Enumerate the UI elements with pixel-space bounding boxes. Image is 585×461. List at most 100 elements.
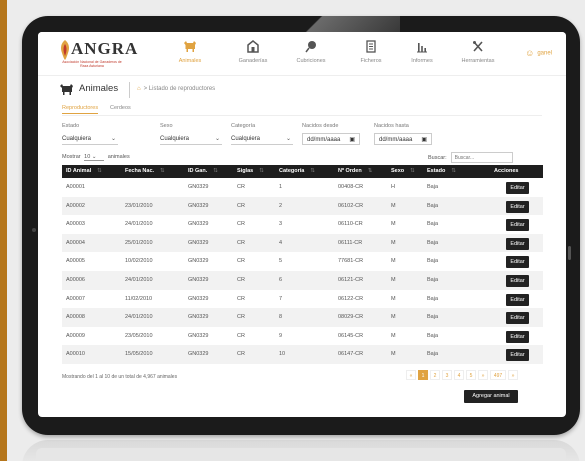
- page-button-5[interactable]: 5: [466, 370, 476, 380]
- col-id-animal[interactable]: ID Animal ⇅: [66, 165, 102, 178]
- nacidos-desde-placeholder: dd/mm/aaaa: [307, 137, 341, 143]
- cell-sexo: M: [391, 258, 396, 265]
- col-id-gan[interactable]: ID Gan. ⇅: [188, 165, 218, 178]
- edit-button[interactable]: Editar: [506, 200, 529, 213]
- cell-siglas: CR: [237, 332, 245, 339]
- calendar-icon[interactable]: ▣: [421, 134, 427, 146]
- col-n-orden[interactable]: Nº Orden ⇅: [338, 165, 372, 178]
- nacidos-desde-input[interactable]: dd/mm/aaaa ▣: [302, 133, 360, 145]
- cell-n-orden: 06147-CR: [338, 351, 364, 358]
- sexo-select[interactable]: Cualquiera ⌄: [160, 133, 222, 145]
- col-acciones: Acciones: [494, 168, 519, 174]
- edit-button[interactable]: Editar: [506, 182, 529, 194]
- home-icon[interactable]: ⌂: [137, 86, 141, 92]
- cell-id-gan: GN0329: [188, 332, 209, 339]
- edit-button[interactable]: Editar: [506, 237, 529, 250]
- sort-icon: ⇅: [367, 168, 373, 174]
- sort-icon: ⇅: [213, 168, 218, 174]
- show-prefix: Mostrar: [62, 154, 81, 160]
- cell-sexo: M: [391, 314, 396, 321]
- cell-sexo: M: [391, 239, 396, 246]
- cow-icon: [160, 40, 220, 54]
- filter-nacidos-hasta-label: Nacidos hasta: [374, 123, 409, 129]
- cell-n-orden: 06122-CR: [338, 295, 364, 302]
- cell-id-gan: GN0329: [188, 184, 209, 190]
- nav-label: Informes: [411, 58, 433, 64]
- brand-subtitle: Asociación Nacional de Ganaderos de Raza…: [62, 60, 122, 68]
- table-summary: Mostrando del 1 al 10 de un total de 4,9…: [62, 374, 178, 380]
- cell-fecha-nac: 11/02/2010: [125, 295, 153, 302]
- cell-siglas: CR: [237, 276, 245, 283]
- cell-id-gan: GN0329: [188, 202, 209, 209]
- cell-categoria: 6: [279, 276, 283, 283]
- estado-value: Cualquiera: [62, 136, 92, 142]
- edit-button[interactable]: Editar: [506, 349, 529, 362]
- tab-bar: Reproductores Cerdeos: [62, 105, 542, 116]
- chevron-down-icon: ⌄: [285, 136, 291, 142]
- add-animal-button[interactable]: Agregar animal: [464, 390, 518, 403]
- cell-n-orden: 06111-CR: [338, 239, 363, 246]
- nacidos-hasta-input[interactable]: dd/mm/aaaa ▣: [374, 133, 432, 145]
- edit-button[interactable]: Editar: [506, 256, 529, 269]
- calendar-icon[interactable]: ▣: [349, 134, 355, 146]
- sort-icon: ⇅: [310, 168, 315, 174]
- page-size-control: Mostrar 10 ⌄ animales: [62, 154, 130, 161]
- cell-categoria: 1: [279, 184, 283, 190]
- table-body: A00001 GN0329 CR 1 00408-CR H Baja Editar A00002…: [62, 178, 543, 364]
- col-sexo[interactable]: Sexo ⇅: [391, 165, 415, 178]
- cell-sexo: M: [391, 202, 396, 209]
- cell-estado: Baja: [427, 202, 439, 209]
- col-estado[interactable]: Estado ⇅: [427, 165, 456, 178]
- tablet-camera: [32, 228, 36, 232]
- page-next-button[interactable]: »: [478, 370, 488, 380]
- table-row: A00005 10/02/2010 GN0329 CR 5 77681-CR M Baja Ed…: [62, 252, 543, 271]
- page-size-select[interactable]: 10 ⌄: [84, 154, 105, 161]
- sexo-value: Cualquiera: [160, 136, 190, 142]
- cell-siglas: CR: [237, 258, 245, 265]
- nav-item-animales[interactable]: Animales: [160, 40, 220, 64]
- col-fecha-nac[interactable]: Fecha Nac. ⇅: [125, 165, 165, 178]
- cell-fecha-nac: 23/01/2010: [125, 202, 153, 209]
- cell-estado: Baja: [427, 314, 439, 321]
- cell-estado: Baja: [427, 295, 439, 302]
- brand-logo[interactable]: ANGRA Asociación Nacional de Ganaderos d…: [58, 39, 137, 71]
- page-button-2[interactable]: 2: [430, 370, 440, 380]
- tab-cerdeos[interactable]: Cerdeos: [110, 105, 131, 113]
- logo-mark-icon: [61, 40, 69, 60]
- cell-estado: Baja: [427, 332, 439, 339]
- cell-id-animal: A00004: [66, 239, 85, 246]
- page-end-button[interactable]: »: [508, 370, 518, 380]
- chevron-down-icon: ⌄: [91, 154, 97, 160]
- breadcrumb: ⌂ > Listado de reproductores: [137, 86, 215, 92]
- edit-button[interactable]: Editar: [506, 219, 529, 232]
- cell-id-animal: A00002: [66, 202, 85, 209]
- edit-button[interactable]: Editar: [506, 330, 529, 343]
- col-siglas[interactable]: Siglas ⇅: [237, 165, 264, 178]
- categoria-select[interactable]: Cualquiera ⌄: [231, 133, 293, 145]
- chart-icon: [392, 40, 452, 54]
- cell-fecha-nac: 25/01/2010: [125, 239, 153, 246]
- nav-item-ganaderias[interactable]: Ganaderías: [223, 40, 283, 64]
- nav-item-informes[interactable]: Informes: [392, 40, 452, 64]
- page-prev-button[interactable]: «: [406, 370, 416, 380]
- edit-button[interactable]: Editar: [506, 274, 529, 287]
- page-button-4[interactable]: 4: [454, 370, 464, 380]
- cell-categoria: 10: [279, 351, 286, 358]
- animals-table: ID Animal ⇅ Fecha Nac. ⇅ ID Gan. ⇅ Siglas ⇅ …: [62, 165, 543, 364]
- page-button-1[interactable]: 1: [418, 370, 428, 380]
- user-menu[interactable]: ☺ ganel: [525, 48, 552, 58]
- nav-item-herramientas[interactable]: Herramientas: [448, 40, 508, 64]
- estado-select[interactable]: Cualquiera ⌄: [62, 133, 118, 145]
- cell-siglas: CR: [237, 351, 245, 358]
- edit-button[interactable]: Editar: [506, 312, 529, 325]
- col-categoria[interactable]: Categoría ⇅: [279, 165, 315, 178]
- page-size-value: 10: [84, 154, 91, 160]
- search-input[interactable]: [450, 152, 513, 163]
- page-last-button[interactable]: 497: [490, 370, 506, 380]
- tab-reproductores[interactable]: Reproductores: [62, 105, 99, 114]
- table-row: A00007 11/02/2010 GN0329 CR 7 06122-CR M Baja Ed…: [62, 290, 543, 309]
- cell-categoria: 3: [279, 221, 283, 228]
- edit-button[interactable]: Editar: [506, 293, 529, 306]
- nav-item-cubriciones[interactable]: Cubriciones: [281, 40, 341, 64]
- page-button-3[interactable]: 3: [442, 370, 452, 380]
